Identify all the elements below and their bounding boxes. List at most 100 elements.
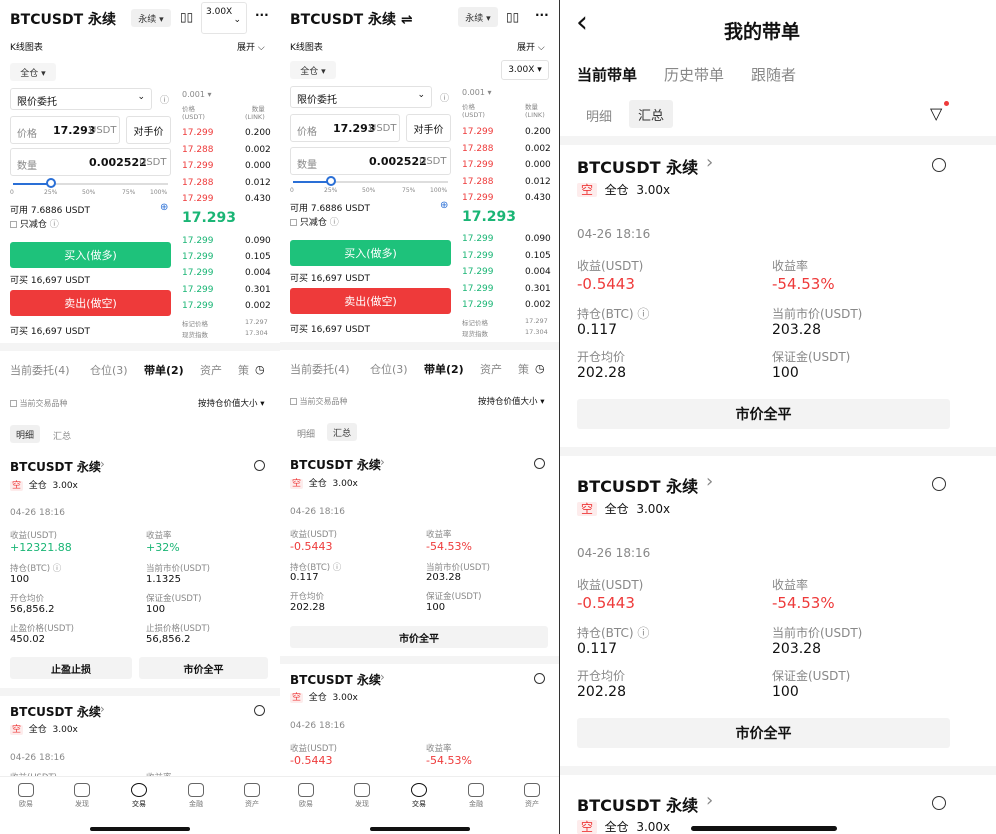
quantity-input[interactable]: 数量 0.002522 USDT [290,147,451,175]
chevron-right-icon[interactable]: › [706,471,713,492]
nav-trade[interactable]: 交易 [399,783,439,809]
close-all-button[interactable]: 市价全平 [577,718,950,748]
tab-positions[interactable]: 仓位(3) [90,362,128,378]
nav-home[interactable]: 欧易 [6,783,46,809]
more-icon[interactable]: ··· [535,8,549,22]
counter-price-button[interactable]: 对手价 [406,114,451,142]
card-symbol[interactable]: BTCUSDT 永续 [10,458,101,475]
card-symbol[interactable]: BTCUSDT 永续 [290,456,381,473]
share-icon[interactable] [932,477,946,491]
tab-strategy[interactable]: 策 [518,361,529,377]
sort-dropdown[interactable]: 按持仓价值大小 ▾ [198,397,264,409]
tab-assets[interactable]: 资产 [200,362,222,378]
chevron-right-icon[interactable]: › [706,152,713,173]
sort-dropdown[interactable]: 按持仓价值大小 ▾ [478,395,544,407]
tab-history-lead[interactable]: 历史带单 [664,64,724,85]
tab-summary[interactable]: 汇总 [327,423,357,441]
reduce-only-checkbox[interactable]: 只减仓 ⓘ [290,215,339,228]
tab-open-orders[interactable]: 当前委托(4) [290,361,350,377]
share-icon[interactable] [254,705,265,716]
sell-short-button[interactable]: 卖出(做空) [290,288,451,314]
order-type-select[interactable]: 限价委托 ⌄ [290,86,432,108]
margin-mode-dropdown[interactable]: 全仓 ▾ [290,61,336,79]
share-icon[interactable] [932,796,946,810]
expand-button[interactable]: 展开 ⌵ [517,40,545,53]
symbol-title[interactable]: BTCUSDT 永续 ⇌ [290,9,413,29]
chevron-right-icon[interactable]: › [380,670,385,684]
tab-summary[interactable]: 汇总 [53,429,71,442]
margin-mode-dropdown[interactable]: 全仓 ▾ [10,63,56,81]
info-icon[interactable]: ⓘ [160,93,169,106]
card-symbol[interactable]: BTCUSDT 永续 [577,473,698,497]
symbol-title[interactable]: BTCUSDT 永续 [10,9,116,29]
nav-discover[interactable]: 发现 [62,783,102,809]
chevron-right-icon[interactable]: › [706,790,713,811]
card-symbol[interactable]: BTCUSDT 永续 [290,671,381,688]
price-input[interactable]: 价格 17.293 USDT [290,114,400,142]
tab-detail[interactable]: 明细 [10,425,40,443]
card-symbol[interactable]: BTCUSDT 永续 [577,154,698,178]
nav-assets[interactable]: 资产 [232,783,272,809]
reduce-only-checkbox[interactable]: 只减仓 ⓘ [10,217,59,230]
filter-icon[interactable]: ▽ [930,101,949,123]
tab-current-lead[interactable]: 当前带单 [577,64,637,85]
transfer-icon[interactable]: ⊕ [440,200,448,211]
sell-short-button[interactable]: 卖出(做空) [10,290,171,316]
tab-positions[interactable]: 仓位(3) [370,361,408,377]
nav-trade[interactable]: 交易 [119,783,159,809]
contract-type-dropdown[interactable]: 永续 ▾ [131,9,171,27]
contract-type-dropdown[interactable]: 永续 ▾ [458,7,498,27]
card-symbol[interactable]: BTCUSDT 永续 [577,792,698,816]
nav-assets[interactable]: 资产 [512,783,552,809]
ob-step-dropdown[interactable]: 0.001 ▾ [462,88,491,97]
tab-lead-orders[interactable]: 带单(2) [424,361,464,377]
tab-open-orders[interactable]: 当前委托(4) [10,362,70,378]
share-icon[interactable] [534,673,545,684]
nav-finance[interactable]: 金融 [176,783,216,809]
current-symbol-filter[interactable]: 当前交易品种 [290,396,348,407]
chevron-right-icon[interactable]: › [100,457,105,471]
nav-discover[interactable]: 发现 [342,783,382,809]
candlestick-icon[interactable]: ▯▯ [180,10,193,24]
tab-detail[interactable]: 明细 [297,427,315,440]
order-type-select[interactable]: 限价委托 ⌄ [10,88,152,110]
leverage-dropdown[interactable]: 3.00X ▾ [501,60,549,80]
nav-home[interactable]: 欧易 [286,783,326,809]
share-icon[interactable] [534,458,545,469]
close-all-button[interactable]: 市价全平 [290,626,548,648]
quantity-input[interactable]: 数量 0.002522 USDT [10,148,171,176]
tab-summary[interactable]: 汇总 [629,100,673,128]
tab-assets[interactable]: 资产 [480,361,502,377]
close-all-button[interactable]: 市价全平 [139,657,268,679]
counter-price-button[interactable]: 对手价 [126,116,171,144]
tab-strategy[interactable]: 策 [238,362,249,378]
share-icon[interactable] [254,460,265,471]
history-icon[interactable]: ◷ [535,362,545,375]
price-input[interactable]: 价格 17.293 USDT [10,116,120,144]
tp-sl-button[interactable]: 止盈止损 [10,657,132,679]
ob-step-dropdown[interactable]: 0.001 ▾ [182,90,211,99]
info-icon[interactable]: ⓘ [440,91,449,104]
transfer-icon[interactable]: ⊕ [160,202,168,213]
chevron-right-icon[interactable]: › [100,702,105,716]
card-symbol[interactable]: BTCUSDT 永续 [10,703,101,720]
tab-followers[interactable]: 跟随者 [751,64,796,85]
chevron-right-icon[interactable]: › [380,455,385,469]
section-divider [560,136,996,145]
tab-lead-orders[interactable]: 带单(2) [144,362,184,378]
buy-long-button[interactable]: 买入(做多) [290,240,451,266]
back-icon[interactable]: ‹ [576,8,588,38]
history-icon[interactable]: ◷ [255,363,265,376]
more-icon[interactable]: ··· [255,8,269,22]
slider-handle[interactable] [46,178,56,188]
leverage-dropdown[interactable]: 3.00X ⌄ [201,2,247,34]
close-all-button[interactable]: 市价全平 [577,399,950,429]
current-symbol-filter[interactable]: 当前交易品种 [10,398,68,409]
slider-handle[interactable] [326,176,336,186]
share-icon[interactable] [932,158,946,172]
buy-long-button[interactable]: 买入(做多) [10,242,171,268]
expand-button[interactable]: 展开 ⌵ [237,40,265,53]
nav-finance[interactable]: 金融 [456,783,496,809]
tab-detail[interactable]: 明细 [586,106,612,125]
candlestick-icon[interactable]: ▯▯ [506,10,519,24]
